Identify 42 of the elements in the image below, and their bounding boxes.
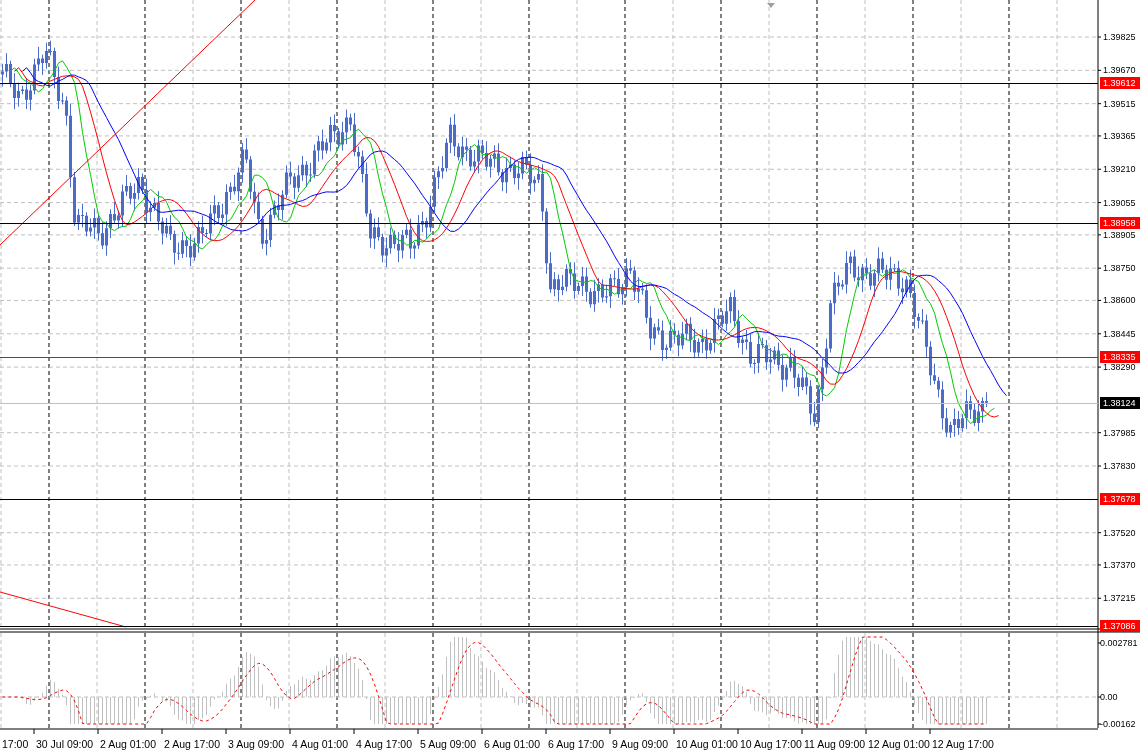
price-label: 1.37985: [1103, 427, 1136, 438]
price-label: 1.38750: [1103, 263, 1136, 274]
price-label: 1.37370: [1103, 559, 1136, 570]
level-price-label: 1.38335: [1100, 351, 1140, 363]
time-label: 6 Aug 01:00: [484, 738, 541, 750]
time-label: 6 Aug 17:00: [548, 738, 605, 750]
price-label: 1.39515: [1103, 98, 1136, 109]
time-label: 4 Aug 01:00: [292, 738, 349, 750]
price-label: 1.39825: [1103, 32, 1136, 42]
current-price-label: 1.38124: [1100, 397, 1140, 409]
time-label: 2 Aug 01:00: [100, 738, 157, 750]
time-label: 30 Jul 09:00: [36, 738, 94, 750]
chart-shift-icon[interactable]: [767, 3, 775, 8]
level-price-label: 1.37678: [1100, 493, 1140, 505]
time-label: 3 Aug 09:00: [228, 738, 285, 750]
time-label: 5 Aug 09:00: [420, 738, 477, 750]
price-label: 1.37520: [1103, 527, 1136, 538]
indicator-value-label: 0.002781: [1100, 638, 1138, 648]
time-label: 12 Aug 17:00: [932, 738, 994, 750]
time-label: 11 Aug 09:00: [804, 738, 866, 750]
price-label: 1.38290: [1103, 362, 1136, 373]
time-label: 10 Aug 17:00: [740, 738, 802, 750]
indicator-value-label: 0.00: [1100, 692, 1118, 702]
price-label: 1.38445: [1103, 328, 1136, 339]
time-label: 4 Aug 17:00: [356, 738, 413, 750]
price-label: 1.39055: [1103, 197, 1136, 208]
price-label: 1.39670: [1103, 65, 1136, 76]
time-label: 17:00: [2, 738, 29, 750]
price-label: 1.38905: [1103, 229, 1136, 240]
level-price-label: 1.38958: [1100, 217, 1140, 229]
time-label: 10 Aug 01:00: [676, 738, 738, 750]
price-label: 1.38600: [1103, 295, 1136, 306]
time-label: 12 Aug 01:00: [868, 738, 930, 750]
indicator-value-label: -0.00162: [1100, 719, 1136, 729]
price-label: 1.39210: [1103, 164, 1136, 175]
level-price-label: 1.37086: [1100, 620, 1140, 632]
price-label: 1.39365: [1103, 130, 1136, 141]
level-price-label: 1.39612: [1100, 77, 1140, 89]
time-label: 2 Aug 17:00: [164, 738, 221, 750]
price-label: 1.37215: [1103, 593, 1136, 604]
time-label: 9 Aug 09:00: [612, 738, 669, 750]
price-label: 1.37830: [1103, 461, 1136, 471]
